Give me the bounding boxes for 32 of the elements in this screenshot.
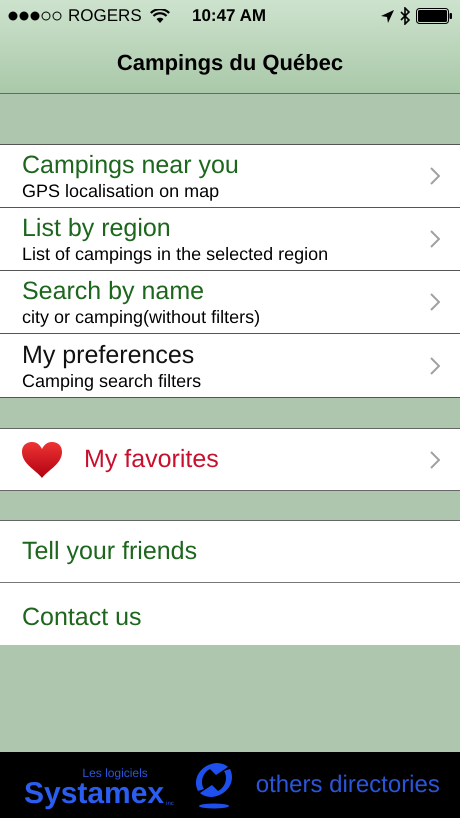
favorites-row[interactable]: My favorites: [0, 428, 460, 491]
link-label[interactable]: Contact us: [22, 599, 142, 636]
carrier-name: ROGERS: [68, 5, 142, 28]
link-label[interactable]: Tell your friends: [22, 532, 198, 570]
menu-row[interactable]: Search by name city or camping(without filters): [0, 271, 460, 334]
menu-title: My preferences: [22, 340, 196, 370]
menu-subtitle: Camping search filters: [22, 370, 202, 392]
favorites-label: My favorites: [84, 444, 219, 475]
menu-row[interactable]: List by region List of campings in the selected region: [0, 208, 460, 271]
menu-subtitle: city or camping(without filters): [22, 306, 260, 328]
location-arrow-icon: [381, 10, 394, 22]
clock-time: 10:47 AM: [192, 5, 266, 28]
bluetooth-icon: [400, 7, 410, 25]
chevron-icon: [430, 230, 440, 248]
signal-icon: [8, 11, 64, 21]
chevron-icon: [430, 450, 440, 468]
menu-subtitle: GPS localisation on map: [22, 180, 220, 202]
menu-title: Campings near you: [22, 150, 239, 180]
logo-tagline: Les logiciels: [82, 767, 148, 779]
wifi-icon: [150, 9, 170, 23]
heart-icon: [22, 442, 62, 478]
screen-title: Campings du Québec: [116, 49, 344, 77]
battery-icon: [416, 8, 452, 24]
chevron-icon: [430, 167, 440, 185]
menu-subtitle: List of campings in the selected region: [22, 243, 328, 265]
menu-title: List by region: [22, 213, 172, 243]
menu-title: Search by name: [22, 276, 206, 306]
menu-row[interactable]: Campings near you GPS localisation on map: [0, 145, 460, 208]
menu-row[interactable]: My preferences Camping search filters: [0, 334, 460, 397]
chevron-icon: [430, 293, 440, 311]
chevron-icon: [430, 356, 440, 374]
logo-wordmark: Systamex: [24, 779, 164, 809]
